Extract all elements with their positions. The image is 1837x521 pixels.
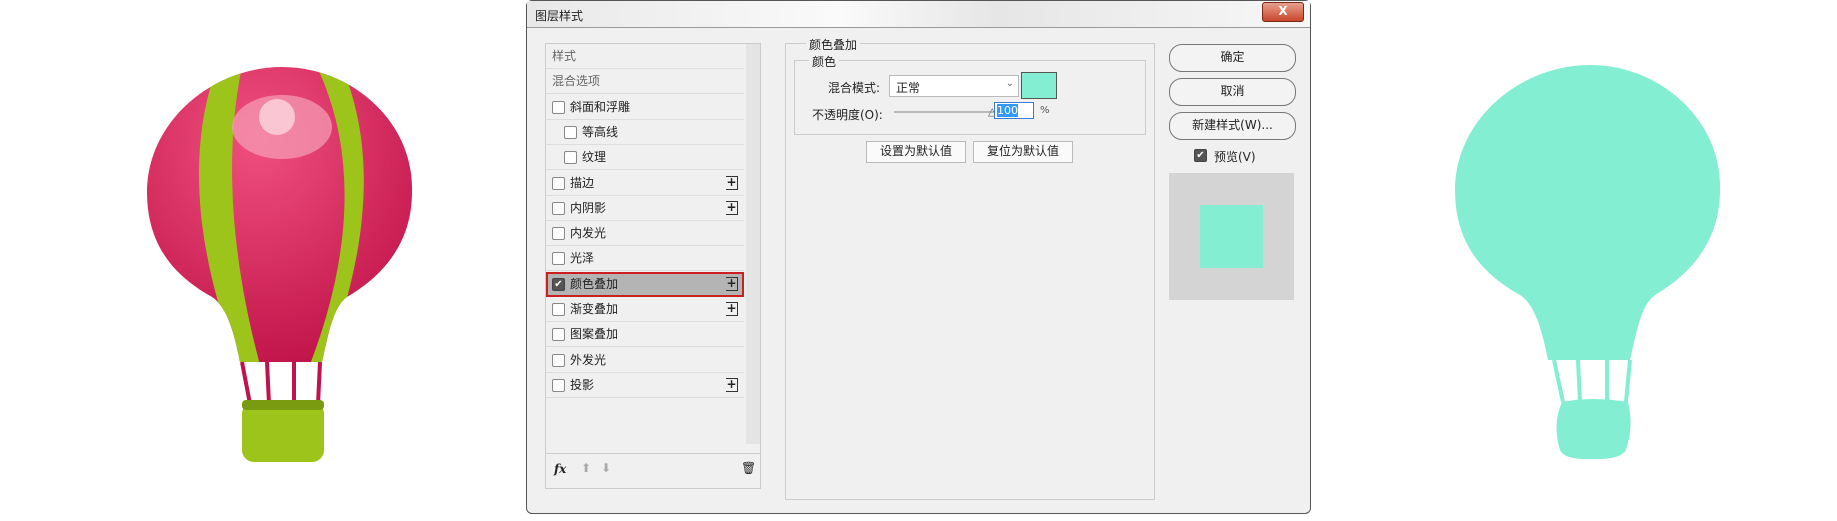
opacity-unit: % (1040, 105, 1050, 116)
blend-mode-select[interactable]: 正常 ⌄ (889, 75, 1019, 97)
checkbox[interactable] (552, 353, 565, 367)
style-item-label: 描边 (570, 175, 595, 190)
style-list-item[interactable]: 投影 + (546, 373, 744, 398)
checkbox[interactable] (552, 328, 565, 342)
original-balloon-image (147, 67, 413, 462)
result-balloon-image (1455, 65, 1720, 460)
style-list-item[interactable]: 描边 + (546, 171, 744, 196)
preview-swatch (1200, 205, 1263, 268)
checkbox[interactable] (564, 125, 577, 139)
style-item-label: 斜面和浮雕 (570, 99, 631, 114)
color-overlay-panel: 颜色叠加 颜色 混合模式: 正常 ⌄ 不透明度(O): △ 100 % 设置为默… (785, 36, 1155, 500)
opacity-value: 100 (997, 104, 1018, 117)
dialog-title: 图层样式 (535, 9, 584, 23)
style-item-label: 混合选项 (552, 74, 601, 89)
style-list-item[interactable]: 外发光 (546, 348, 744, 373)
preview-thumbnail (1169, 173, 1294, 300)
checkbox[interactable] (552, 176, 565, 190)
style-list-item[interactable]: 图案叠加 (546, 322, 744, 348)
style-item-label: 内阴影 (570, 200, 607, 215)
opacity-input[interactable]: 100 (994, 102, 1034, 119)
checkbox-checked-icon: ✔ (1194, 149, 1207, 162)
checkbox[interactable] (552, 227, 565, 241)
checkbox[interactable] (552, 252, 565, 266)
blend-mode-label: 混合模式: (828, 81, 881, 95)
checkbox[interactable] (552, 378, 565, 392)
add-icon[interactable]: + (726, 175, 738, 190)
style-item-label: 样式 (552, 49, 577, 63)
style-list-item[interactable]: 纹理 (546, 145, 744, 171)
add-icon[interactable]: + (726, 377, 738, 392)
style-item-label: 外发光 (570, 352, 607, 367)
style-list-item[interactable]: 渐变叠加 + (546, 297, 744, 322)
blend-mode-value: 正常 (896, 81, 921, 95)
add-icon[interactable]: + (726, 302, 738, 316)
style-item-label: 颜色叠加 (570, 276, 619, 291)
set-default-button[interactable]: 设置为默认值 (866, 141, 966, 163)
style-item-label: 图案叠加 (570, 327, 619, 342)
style-item-label: 纹理 (582, 150, 607, 165)
list-toolbar: fx ⬆ ⬇ 🗑 (546, 453, 760, 488)
style-item-label: 渐变叠加 (570, 302, 619, 316)
trash-icon[interactable]: 🗑 (741, 461, 756, 475)
style-list-item[interactable]: 内发光 (546, 221, 744, 247)
add-icon[interactable]: + (726, 276, 738, 291)
move-up-icon[interactable]: ⬆ (581, 461, 591, 475)
style-list-item[interactable]: 样式 (546, 44, 744, 69)
color-group: 颜色 混合模式: 正常 ⌄ 不透明度(O): △ 100 % (794, 53, 1146, 135)
new-style-button[interactable]: 新建样式(W)... (1169, 112, 1296, 140)
style-list-item[interactable]: 内阴影 + (546, 196, 744, 221)
move-down-icon[interactable]: ⬇ (601, 461, 611, 475)
style-item-label: 光泽 (570, 251, 595, 266)
color-subtitle: 颜色 (809, 53, 840, 70)
style-item-label: 内发光 (570, 226, 607, 241)
style-list-item[interactable]: 等高线 (546, 120, 744, 145)
checkbox[interactable] (552, 303, 565, 316)
group-title: 颜色叠加 (806, 36, 861, 53)
add-icon[interactable]: + (726, 200, 738, 215)
overlay-color-swatch[interactable] (1021, 72, 1057, 99)
style-item-label: 等高线 (582, 124, 619, 139)
reset-default-button[interactable]: 复位为默认值 (973, 141, 1073, 163)
layer-style-dialog: 图层样式 X 样式混合选项斜面和浮雕等高线纹理描边 + 内阴影 + 内发光光泽 ✔ 颜色叠加… (526, 0, 1311, 514)
style-list-item[interactable]: 混合选项 (546, 69, 744, 95)
opacity-label: 不透明度(O): (812, 108, 883, 122)
close-button[interactable]: X (1262, 2, 1304, 22)
style-list-item[interactable]: ✔ 颜色叠加 + (546, 271, 744, 297)
checkbox[interactable] (564, 151, 577, 165)
opacity-slider[interactable] (894, 111, 994, 113)
style-list-item[interactable]: 斜面和浮雕 (546, 95, 744, 120)
checkbox[interactable] (552, 201, 565, 215)
style-list: 样式混合选项斜面和浮雕等高线纹理描边 + 内阴影 + 内发光光泽 ✔ 颜色叠加 + 渐变叠加 + 图… (545, 43, 761, 489)
title-bar: 图层样式 X (527, 1, 1310, 28)
chevron-down-icon: ⌄ (1005, 78, 1014, 89)
cancel-button[interactable]: 取消 (1169, 78, 1296, 106)
ok-button[interactable]: 确定 (1169, 44, 1296, 72)
scrollbar[interactable] (746, 44, 760, 444)
style-item-label: 投影 (570, 377, 595, 392)
preview-label: 预览(V) (1214, 150, 1256, 164)
checkbox-checked[interactable]: ✔ (552, 277, 565, 291)
style-list-item[interactable]: 光泽 (546, 246, 744, 272)
checkbox[interactable] (552, 100, 565, 114)
fx-icon[interactable]: fx (554, 462, 566, 476)
